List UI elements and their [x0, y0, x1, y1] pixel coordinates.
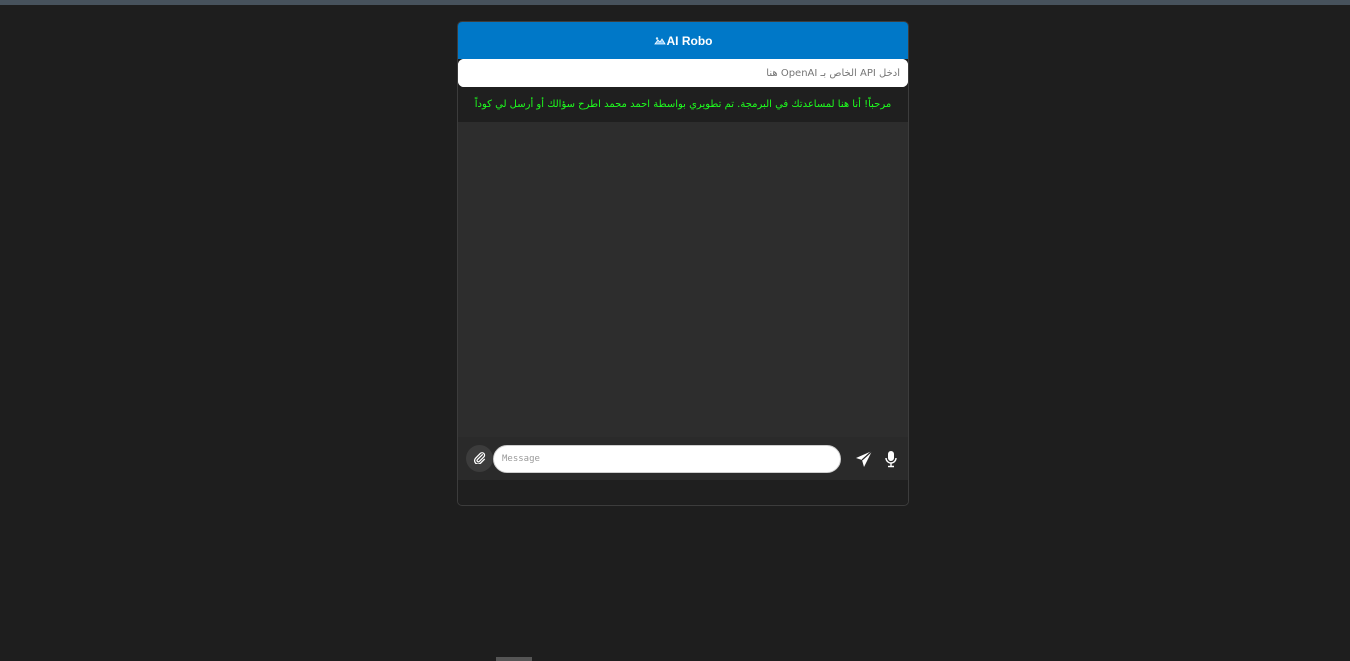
bottom-scroll-handle[interactable]: [496, 657, 532, 661]
attach-button[interactable]: [466, 445, 493, 472]
messages-area[interactable]: [458, 122, 908, 437]
chat-footer: [458, 480, 908, 504]
welcome-message: مرحباً! أنا هنا لمساعدتك في البرمجة. تم …: [474, 99, 892, 110]
api-key-input[interactable]: [458, 59, 908, 87]
api-key-field-wrapper: [458, 59, 908, 87]
microphone-button[interactable]: [884, 450, 898, 468]
microphone-icon: [884, 451, 898, 472]
broken-image-icon: [653, 36, 666, 45]
paperclip-icon: [473, 449, 486, 468]
send-icon: [855, 450, 873, 472]
browser-top-strip: [0, 0, 1350, 5]
chat-window: AI Robo مرحباً! أنا هنا لمساعدتك في البر…: [457, 21, 909, 506]
message-composer: [458, 437, 908, 480]
chat-header: AI Robo: [458, 22, 908, 59]
welcome-bar: مرحباً! أنا هنا لمساعدتك في البرمجة. تم …: [458, 87, 908, 122]
app-title: AI Robo: [666, 33, 713, 48]
send-button[interactable]: [855, 450, 873, 468]
message-input[interactable]: [493, 445, 841, 473]
